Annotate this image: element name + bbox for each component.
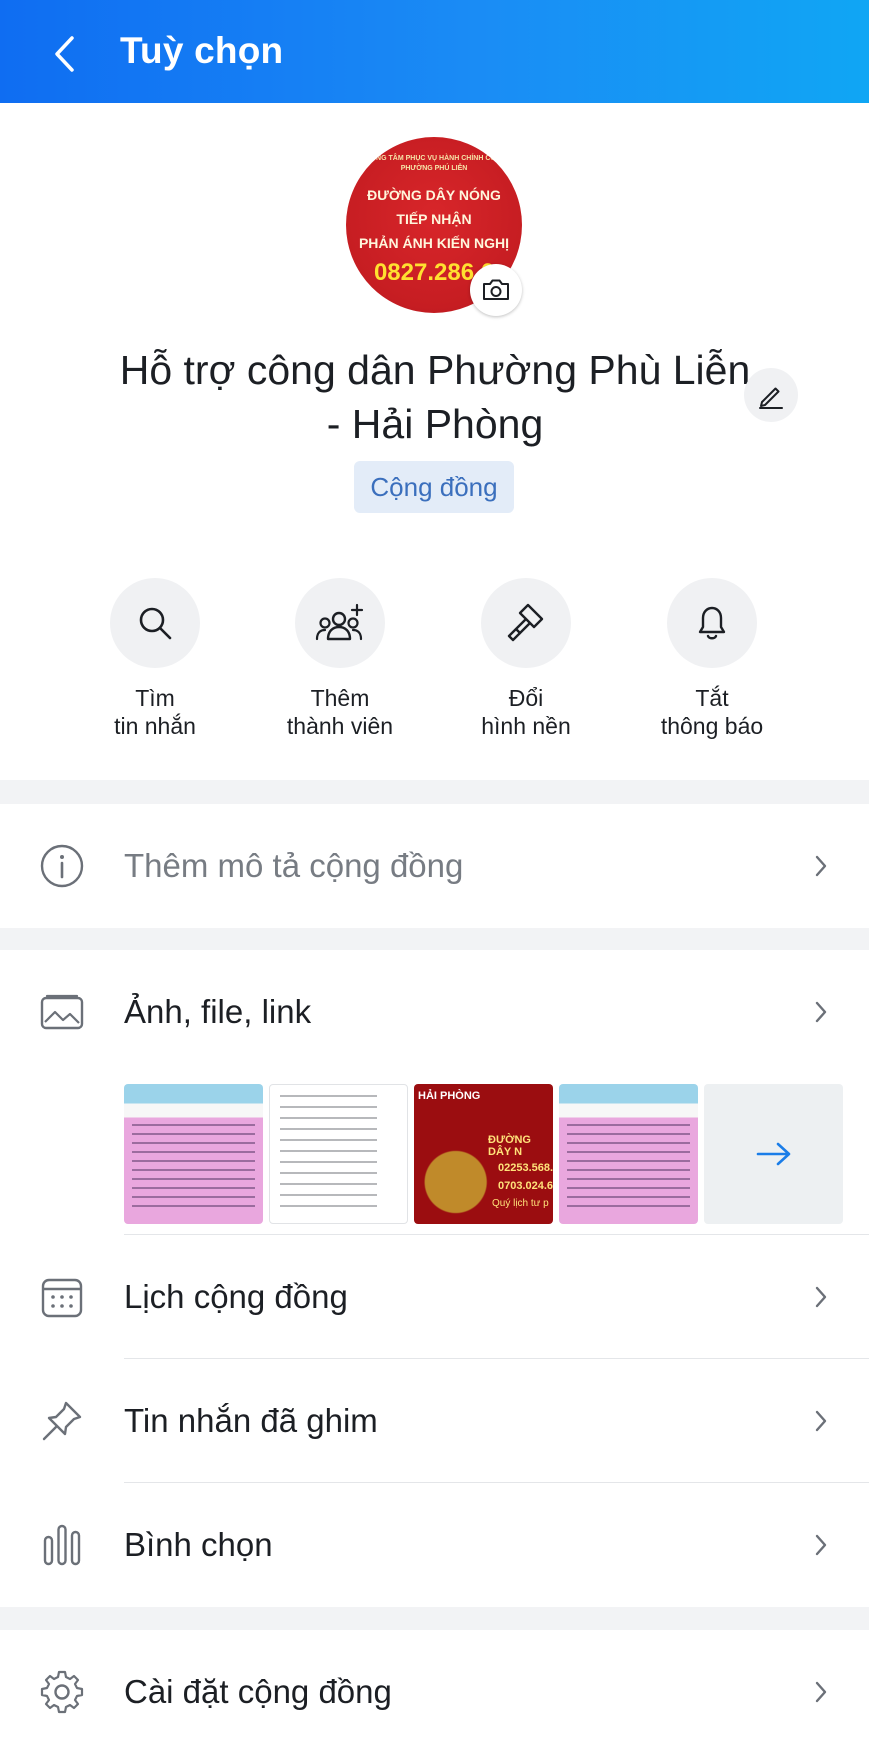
group-name: Hỗ trợ công dân Phường Phù Liễn - Hải Ph… bbox=[119, 347, 751, 447]
action-circle bbox=[295, 578, 385, 668]
change-wallpaper-button[interactable]: Đổi hình nền bbox=[436, 578, 616, 740]
action-label: Tắt bbox=[695, 685, 729, 711]
media-thumbnails: HẢI PHÒNG ĐƯỜNG DÂY N 02253.568.1 0703.0… bbox=[124, 1084, 844, 1224]
mute-notifications-button[interactable]: Tắt thông báo bbox=[622, 578, 802, 740]
thumbnail-text: 02253.568.1 bbox=[498, 1162, 553, 1174]
action-circle bbox=[481, 578, 571, 668]
group-profile: TRUNG TÂM PHỤC VỤ HÀNH CHÍNH CÔNG PHƯỜNG… bbox=[0, 103, 869, 780]
calendar-label: Lịch cộng đồng bbox=[124, 1278, 348, 1315]
add-description-label: Thêm mô tả cộng đồng bbox=[124, 847, 464, 884]
settings-section: Cài đặt cộng đồng bbox=[0, 1630, 869, 1738]
search-icon bbox=[139, 607, 172, 640]
poll-icon bbox=[36, 1519, 88, 1571]
media-thumbnail[interactable] bbox=[269, 1084, 408, 1224]
action-label: Thêm bbox=[310, 685, 370, 711]
action-label: hình nền bbox=[481, 713, 571, 739]
paint-brush-icon bbox=[507, 603, 544, 642]
action-circle bbox=[110, 578, 200, 668]
action-label: Đổi bbox=[508, 685, 544, 711]
thumbnail-text: 0703.024.6 bbox=[498, 1180, 553, 1192]
back-button[interactable] bbox=[40, 30, 88, 78]
media-row[interactable]: Ảnh, file, link bbox=[0, 950, 869, 1074]
chevron-right-icon bbox=[809, 1282, 833, 1312]
calendar-row[interactable]: Lịch cộng đồng bbox=[0, 1235, 869, 1359]
media-thumbnail[interactable] bbox=[124, 1084, 263, 1224]
chevron-right-icon bbox=[809, 997, 833, 1027]
action-label: thành viên bbox=[286, 713, 394, 739]
change-avatar-button[interactable] bbox=[470, 264, 522, 316]
action-label: Tìm bbox=[135, 685, 175, 711]
community-badge: Cộng đồng bbox=[354, 461, 514, 513]
thumbnail-text: HẢI PHÒNG bbox=[418, 1090, 481, 1102]
polls-label: Bình chọn bbox=[124, 1526, 273, 1563]
media-thumbnail[interactable]: HẢI PHÒNG ĐƯỜNG DÂY N 02253.568.1 0703.0… bbox=[414, 1084, 553, 1224]
action-circle bbox=[667, 578, 757, 668]
image-icon bbox=[36, 986, 88, 1038]
action-label: tin nhắn bbox=[114, 713, 196, 739]
add-member-icon bbox=[315, 603, 364, 641]
avatar-line-2: TIẾP NHẬN bbox=[396, 211, 472, 227]
polls-row[interactable]: Bình chọn bbox=[0, 1483, 869, 1607]
chevron-left-icon bbox=[55, 36, 74, 72]
pinned-messages-label: Tin nhắn đã ghim bbox=[124, 1402, 378, 1439]
calendar-icon bbox=[36, 1271, 88, 1323]
search-messages-button[interactable]: Tìm tin nhắn bbox=[65, 578, 245, 740]
add-member-button[interactable]: Thêm thành viên bbox=[250, 578, 430, 740]
media-thumbnail[interactable] bbox=[559, 1084, 698, 1224]
chevron-right-icon bbox=[809, 851, 833, 881]
media-section: Ảnh, file, link HẢI PHÒNG ĐƯỜNG DÂY N 02… bbox=[0, 950, 869, 1607]
community-settings-row[interactable]: Cài đặt cộng đồng bbox=[0, 1630, 869, 1738]
edit-name-button[interactable] bbox=[744, 368, 798, 422]
pinned-messages-row[interactable]: Tin nhắn đã ghim bbox=[0, 1359, 869, 1483]
camera-icon bbox=[483, 279, 509, 300]
description-section: Thêm mô tả cộng đồng bbox=[0, 804, 869, 928]
page-title: Tuỳ chọn bbox=[120, 30, 284, 71]
community-settings-label: Cài đặt cộng đồng bbox=[124, 1673, 392, 1710]
avatar-line-1: ĐƯỜNG DÂY NÓNG bbox=[367, 187, 501, 203]
thumbnail-text: ĐƯỜNG DÂY N bbox=[488, 1134, 531, 1158]
avatar-line-3: PHẢN ÁNH KIẾN NGHỊ bbox=[358, 235, 510, 251]
arrow-right-icon bbox=[756, 1142, 790, 1166]
add-description-row[interactable]: Thêm mô tả cộng đồng bbox=[0, 804, 869, 928]
thumbnail-text: Quý lịch tư p bbox=[492, 1198, 549, 1209]
info-icon bbox=[36, 840, 88, 892]
chevron-right-icon bbox=[809, 1406, 833, 1436]
chevron-right-icon bbox=[809, 1530, 833, 1560]
pin-icon bbox=[36, 1395, 88, 1447]
gear-icon bbox=[36, 1666, 88, 1718]
avatar-caption: TRUNG TÂM PHỤC VỤ HÀNH CHÍNH CÔNG bbox=[361, 155, 507, 162]
bell-icon bbox=[698, 606, 726, 640]
quick-actions: Tìm tin nhắn Thêm thành viên Đổi hình nề… bbox=[0, 578, 869, 748]
chevron-right-icon bbox=[809, 1677, 833, 1707]
action-label: thông báo bbox=[660, 713, 764, 739]
media-label: Ảnh, file, link bbox=[124, 993, 312, 1030]
pencil-icon bbox=[759, 387, 783, 409]
avatar-caption-2: PHƯỜNG PHÚ LIỄN bbox=[400, 165, 468, 172]
top-bar: Tuỳ chọn bbox=[0, 0, 869, 103]
see-more-media-button[interactable] bbox=[704, 1084, 843, 1224]
